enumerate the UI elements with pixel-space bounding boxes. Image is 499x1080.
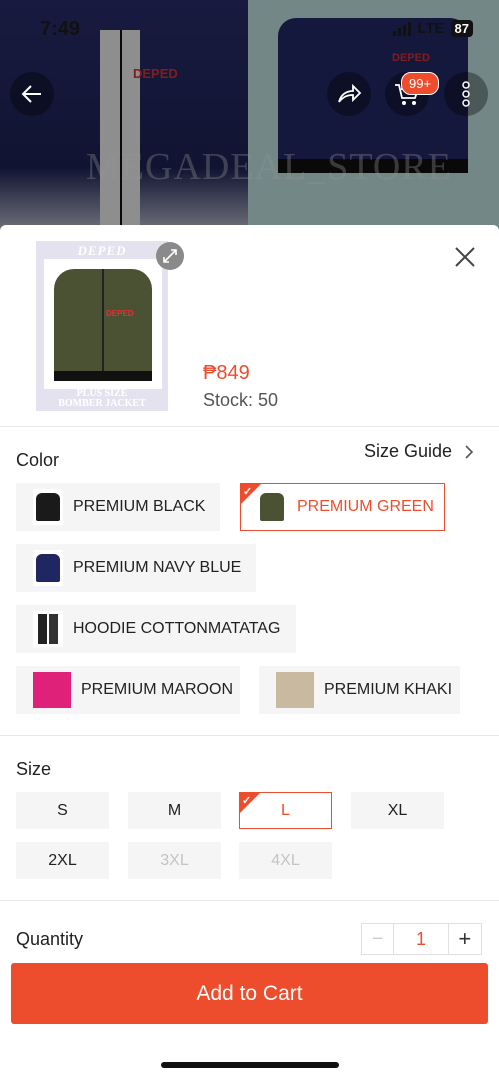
battery-icon: 87 — [450, 20, 473, 37]
network-label: LTE — [417, 20, 445, 37]
size-guide-link[interactable]: Size Guide — [364, 441, 474, 462]
quantity-decrease-button[interactable]: − — [362, 924, 395, 954]
thumb-brand: DEPED — [77, 243, 127, 258]
divider — [0, 900, 499, 901]
share-button[interactable] — [327, 72, 371, 116]
thumb-logo: DEPED — [106, 309, 134, 318]
black-jacket-thumb-icon — [33, 489, 63, 525]
product-price: ₱849 — [203, 362, 250, 384]
add-to-cart-button[interactable]: Add to Cart — [11, 963, 488, 1024]
size-option-3xl: 3XL — [128, 842, 221, 879]
green-jacket-thumb-icon — [257, 489, 287, 525]
navy-jacket-thumb-icon — [33, 550, 63, 586]
color-option-hoodie-cottonmatatag[interactable]: HOODIE COTTONMATATAG — [16, 605, 296, 653]
more-options-button[interactable] — [444, 72, 488, 116]
home-indicator — [161, 1062, 339, 1068]
check-icon: ✓ — [242, 795, 252, 807]
variation-sheet: DEPED DEPED PLUS SIZE BOMBER JACKET ₱849… — [0, 225, 499, 1080]
stock-count: Stock: 50 — [203, 390, 279, 410]
quantity-stepper: − 1 + — [361, 923, 482, 955]
signal-icon — [393, 21, 412, 36]
expand-icon — [163, 249, 177, 263]
color-label: Color — [16, 450, 60, 470]
size-option-m[interactable]: M — [128, 792, 221, 829]
color-option-premium-khaki[interactable]: PREMIUM KHAKI — [259, 666, 460, 714]
close-icon[interactable] — [452, 244, 478, 270]
check-icon: ✓ — [243, 486, 253, 498]
maroon-jacket-thumb-icon — [33, 672, 71, 708]
color-option-premium-green[interactable]: ✓ PREMIUM GREEN — [240, 483, 445, 531]
color-option-premium-maroon[interactable]: PREMIUM MAROON — [16, 666, 240, 714]
back-arrow-icon — [21, 85, 41, 103]
size-option-l[interactable]: ✓ L — [239, 792, 332, 829]
divider — [0, 735, 499, 736]
quantity-value[interactable]: 1 — [394, 924, 449, 954]
status-bar: 7:49 LTE 87 — [0, 0, 499, 50]
size-option-4xl: 4XL — [239, 842, 332, 879]
status-time: 7:49 — [40, 18, 81, 40]
hoodie-thumb-icon — [33, 611, 63, 647]
size-label: Size — [16, 759, 52, 779]
size-option-xl[interactable]: XL — [351, 792, 444, 829]
quantity-increase-button[interactable]: + — [449, 924, 481, 954]
back-button[interactable] — [10, 72, 54, 116]
share-icon — [338, 83, 362, 103]
expand-image-button[interactable] — [156, 242, 184, 270]
cart-count-badge: 99+ — [401, 72, 440, 95]
size-option-s[interactable]: S — [16, 792, 109, 829]
khaki-jacket-thumb-icon — [276, 672, 314, 708]
chevron-right-icon — [465, 444, 474, 459]
size-option-2xl[interactable]: 2XL — [16, 842, 109, 879]
product-thumbnail[interactable]: DEPED DEPED PLUS SIZE BOMBER JACKET — [36, 241, 168, 411]
divider — [0, 426, 499, 427]
more-vertical-icon — [462, 81, 470, 107]
color-option-premium-navy-blue[interactable]: PREMIUM NAVY BLUE — [16, 544, 256, 592]
size-guide-label: Size Guide — [364, 441, 453, 461]
color-option-premium-black[interactable]: PREMIUM BLACK — [16, 483, 220, 531]
thumb-caption: PLUS SIZE BOMBER JACKET — [58, 388, 146, 409]
quantity-label: Quantity — [16, 929, 84, 949]
